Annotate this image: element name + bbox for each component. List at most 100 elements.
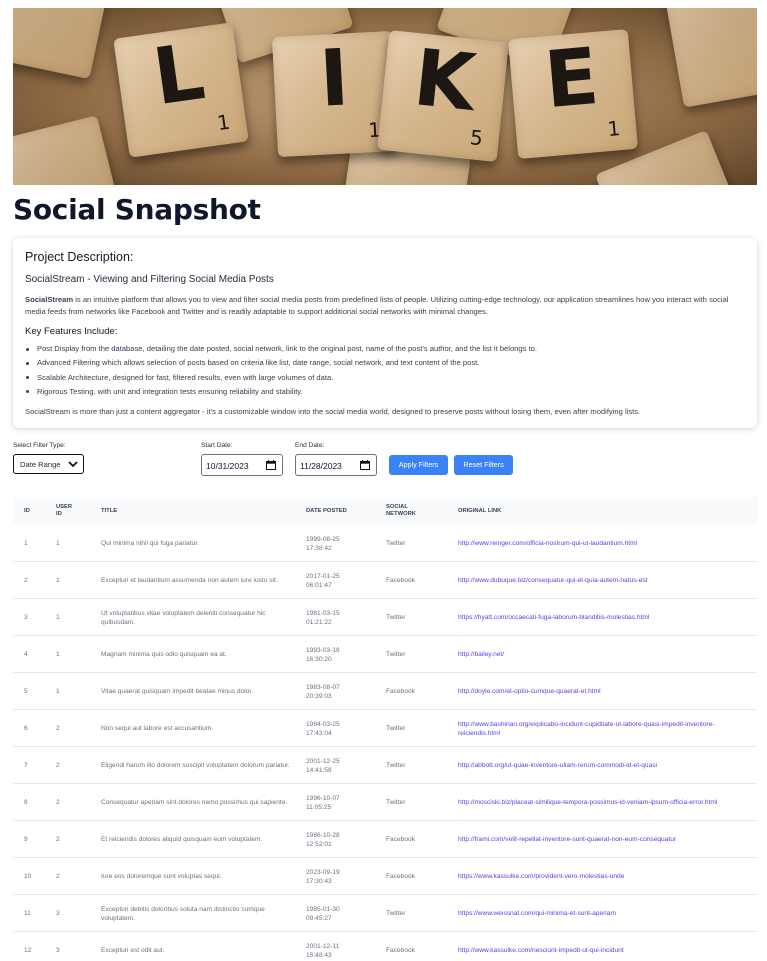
cell-social-network: Facebook	[386, 577, 415, 584]
apply-filters-button[interactable]: Apply Filters	[389, 455, 448, 475]
end-date-label: End Date:	[295, 442, 325, 449]
hero-banner: L 1 I 1 K 5 E 1	[13, 8, 757, 185]
cell-social-network: Twitter	[386, 725, 406, 732]
tile-score: 5	[468, 125, 485, 151]
cell-date-posted: 2017-01-25 06:01:47	[306, 572, 340, 589]
filter-type-select[interactable]: Date Range	[13, 454, 84, 474]
feature-item: Rigorous Testing, with unit and integrat…	[25, 385, 745, 399]
cell-user-id: 1	[56, 688, 60, 695]
letter-tile: E 1	[507, 28, 639, 160]
cell-date-posted: 2001-12-11 15:48:43	[306, 942, 340, 959]
page-title: Social Snapshot	[13, 193, 261, 226]
calendar-icon[interactable]	[360, 460, 370, 470]
cell-user-id: 3	[56, 910, 60, 917]
cell-title: Excepturi debitis doloribus soluta nam d…	[101, 905, 265, 922]
cell-social-network: Twitter	[386, 614, 406, 621]
cell-user-id: 2	[56, 725, 60, 732]
cell-title: Excepturi et laudantium assumenda non au…	[101, 577, 278, 584]
description-intro: SocialStream is an intuitive platform th…	[25, 294, 745, 318]
cell-user-id: 3	[56, 947, 60, 954]
cell-id: 1	[24, 540, 28, 547]
background-tile	[13, 8, 115, 80]
cell-id: 6	[24, 725, 28, 732]
cell-social-network: Twitter	[386, 799, 406, 806]
cell-user-id: 2	[56, 762, 60, 769]
cell-title: Consequatur aperiam sint dolores nemo po…	[101, 799, 288, 806]
tile-letter: E	[541, 31, 603, 127]
feature-item: Advanced Filtering which allows selectio…	[25, 356, 745, 370]
background-tile	[13, 115, 126, 185]
table-row: 9 2 Et reiciendis dolores aliquid quisquam…	[13, 821, 757, 858]
table-body: 1 1 Qui minima nihil qui fuga pariatur. 199…	[13, 525, 757, 961]
start-date-value: 10/31/2023	[206, 461, 249, 471]
description-closing: SocialStream is more than just a content…	[25, 407, 641, 417]
cell-social-network: Twitter	[386, 651, 406, 658]
end-date-value: 11/28/2023	[300, 461, 342, 471]
table-row: 3 1 Ut voluptatibus vitae voluptatem delen…	[13, 599, 757, 636]
cell-date-posted: 2023-09-19 17:30:43	[306, 868, 340, 885]
cell-original-link[interactable]: https://www.weissnat.com/qui-minima-et-s…	[458, 895, 750, 932]
table-row: 7 2 Eligendi harum illo dolorem suscipit v…	[13, 747, 757, 784]
cell-date-posted: 1999-08-25 17:38:42	[306, 535, 340, 552]
end-date-input[interactable]: 11/28/2023	[295, 454, 377, 476]
cell-date-posted: 1986-10-28 12:52:01	[306, 831, 340, 848]
intro-brand: SocialStream	[25, 295, 74, 304]
cell-title: Vitae quaerat quisquam impedit beatae mi…	[101, 688, 253, 695]
cell-original-link[interactable]: http://www.dubuque.biz/consequatur-qui-e…	[458, 562, 750, 599]
column-header-title: TITLE	[101, 507, 118, 514]
features-list: Post Display from the database, detailin…	[25, 342, 745, 399]
cell-id: 4	[24, 651, 28, 658]
tile-letter: K	[409, 33, 480, 129]
cell-user-id: 2	[56, 873, 60, 880]
cell-original-link[interactable]: http://frami.com/velit-repellat-inventor…	[458, 821, 750, 858]
cell-original-link[interactable]: http://www.kassulke.com/nesciunt-impedit…	[458, 932, 750, 961]
feature-item: Post Display from the database, detailin…	[25, 342, 745, 356]
cell-id: 8	[24, 799, 28, 806]
table-row: 6 2 Non sequi aut labore est accusantium. 1…	[13, 710, 757, 747]
cell-user-id: 1	[56, 540, 60, 547]
description-heading: Project Description:	[25, 250, 134, 264]
table-row: 8 2 Consequatur aperiam sint dolores nemo …	[13, 784, 757, 821]
filter-type-label: Select Filter Type:	[13, 442, 66, 449]
cell-social-network: Twitter	[386, 540, 406, 547]
feature-item: Scalable Architecture, designed for fast…	[25, 371, 745, 385]
letter-tile: K 5	[377, 30, 509, 162]
cell-original-link[interactable]: https://www.kassulke.com/provident-vero-…	[458, 858, 750, 895]
cell-original-link[interactable]: http://mosciski.biz/placeat-similique-te…	[458, 784, 750, 821]
project-description-card: Project Description: SocialStream - View…	[13, 238, 757, 428]
tile-letter: L	[148, 27, 210, 124]
cell-original-link[interactable]: http://bailey.net/	[458, 636, 750, 673]
cell-user-id: 2	[56, 799, 60, 806]
features-heading: Key Features Include:	[25, 326, 118, 337]
tile-letter: I	[317, 33, 352, 125]
cell-title: Excepturi est odit aut.	[101, 947, 165, 954]
cell-title: Et reiciendis dolores aliquid quisquam e…	[101, 836, 263, 843]
table-row: 11 3 Excepturi debitis doloribus soluta na…	[13, 895, 757, 932]
cell-date-posted: 1984-03-25 17:43:04	[306, 720, 340, 737]
cell-id: 2	[24, 577, 28, 584]
cell-original-link[interactable]: http://www.bashirian.org/explicabo-incid…	[458, 710, 750, 747]
table-row: 5 1 Vitae quaerat quisquam impedit beatae …	[13, 673, 757, 710]
letter-tile: L 1	[113, 22, 249, 158]
column-header-id: ID	[24, 507, 30, 514]
cell-title: Qui minima nihil qui fuga pariatur.	[101, 540, 199, 547]
cell-title: Eligendi harum illo dolorem suscipit vol…	[101, 762, 290, 769]
cell-date-posted: 1983-08-07 20:39:03	[306, 683, 340, 700]
cell-original-link[interactable]: http://abbott.org/ut-quae-inventore-ulla…	[458, 747, 750, 784]
reset-filters-button[interactable]: Reset Filters	[454, 455, 513, 475]
cell-original-link[interactable]: https://hyatt.com/occaecati-fuga-laborum…	[458, 599, 750, 636]
cell-social-network: Facebook	[386, 947, 415, 954]
calendar-icon[interactable]	[266, 460, 276, 470]
column-header-social-network: SOCIAL NETWORK	[386, 504, 416, 517]
cell-original-link[interactable]: http://www.reinger.com/officia-nostrum-q…	[458, 525, 750, 562]
cell-title: Non sequi aut labore est accusantium.	[101, 725, 214, 732]
cell-social-network: Facebook	[386, 688, 415, 695]
background-tile	[663, 8, 757, 108]
column-header-date-posted: DATE POSTED	[306, 507, 347, 514]
cell-title: Ut voluptatibus vitae voluptatem delenit…	[101, 609, 266, 626]
cell-date-posted: 1985-01-30 09:45:27	[306, 905, 340, 922]
cell-original-link[interactable]: http://doyle.com/et-optio-cumque-quaerat…	[458, 673, 750, 710]
start-date-input[interactable]: 10/31/2023	[201, 454, 283, 476]
column-header-original-link: ORIGINAL LINK	[458, 507, 502, 514]
cell-social-network: Facebook	[386, 836, 415, 843]
